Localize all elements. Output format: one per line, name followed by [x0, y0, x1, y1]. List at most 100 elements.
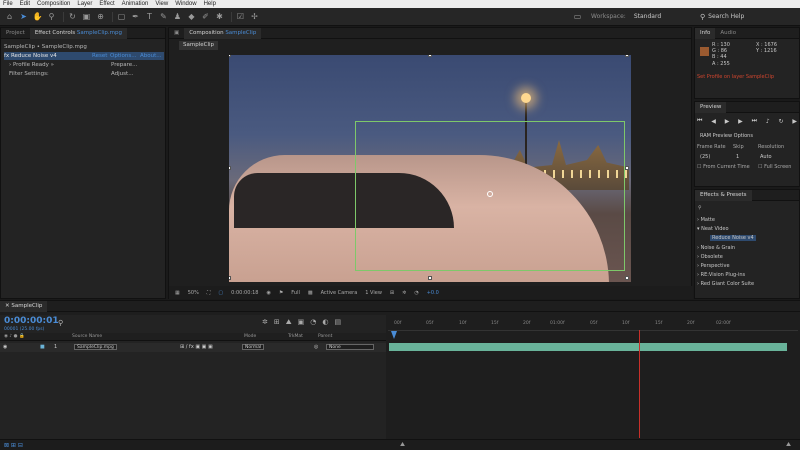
- menu-effect[interactable]: Effect: [99, 1, 114, 7]
- region-icon[interactable]: ▢: [218, 290, 223, 296]
- col-mode[interactable]: Mode: [244, 334, 256, 339]
- effects-category[interactable]: ▾ Neat Video: [697, 226, 729, 232]
- timeline-timecode[interactable]: 0:00:00:01: [4, 316, 59, 326]
- effects-category[interactable]: › Red Giant Color Suite: [697, 281, 754, 287]
- effect-item-reduce-noise[interactable]: Reduce Noise v4: [710, 235, 756, 241]
- selection-tool-icon[interactable]: ➤: [18, 11, 29, 22]
- fit-icon[interactable]: ⛶: [207, 290, 211, 296]
- menu-window[interactable]: Window: [175, 1, 196, 7]
- timeline-switches-icons[interactable]: ✲⊞⛰▣◔◐▤: [262, 318, 347, 327]
- zoom-select[interactable]: 50%: [188, 290, 199, 296]
- effects-category[interactable]: › RE:Vision Plug-ins: [697, 272, 745, 278]
- frame-rate-select[interactable]: (25): [700, 154, 710, 160]
- workspace-icon[interactable]: ▭: [572, 11, 583, 22]
- menu-help[interactable]: Help: [204, 1, 216, 7]
- transform-handle[interactable]: [625, 55, 629, 57]
- effects-search-icon[interactable]: ⚲: [698, 205, 702, 211]
- zoom-tool-icon[interactable]: ⚲: [46, 11, 57, 22]
- eraser-tool-icon[interactable]: ◆: [186, 11, 197, 22]
- pin-icon[interactable]: ✢: [249, 11, 260, 22]
- tab-timeline[interactable]: ✕ SampleClip: [0, 300, 48, 312]
- loop-icon[interactable]: ↻: [779, 118, 784, 125]
- tab-info[interactable]: Info: [695, 27, 716, 39]
- layer-parent-select[interactable]: None: [326, 344, 374, 350]
- toggle-pixel-icon[interactable]: ⊞: [390, 290, 394, 296]
- snapping-icon[interactable]: ☑: [235, 11, 246, 22]
- zoom-in-icon[interactable]: ⛰: [786, 441, 791, 449]
- adjust-button[interactable]: Adjust...: [111, 70, 133, 78]
- comp-viewer[interactable]: [229, 55, 631, 282]
- camera-view-select[interactable]: Active Camera: [321, 290, 358, 296]
- tab-project[interactable]: Project: [1, 28, 30, 39]
- lock-icon[interactable]: ▣: [169, 28, 184, 39]
- layer-row[interactable]: ◉ ■ 1 SampleClip.mpg ⊞ / fx ▣ ▣ ▣ Normal…: [0, 343, 386, 352]
- comp-subtab[interactable]: SampleClip: [179, 41, 219, 50]
- col-parent[interactable]: Parent: [318, 334, 332, 339]
- search-help-field[interactable]: ⚲ Search Help: [700, 11, 796, 22]
- show-snapshot-icon[interactable]: ⚑: [279, 290, 283, 296]
- grid-icon[interactable]: ▦: [175, 290, 180, 296]
- eye-icon[interactable]: ◉: [3, 344, 7, 350]
- puppet-tool-icon[interactable]: ✱: [214, 11, 225, 22]
- anchor-point-icon[interactable]: [487, 191, 493, 197]
- current-time-indicator[interactable]: [391, 331, 397, 339]
- reset-exposure-icon[interactable]: ◔: [414, 290, 418, 296]
- pen-tool-icon[interactable]: ✒: [130, 11, 141, 22]
- zoom-out-icon[interactable]: ⛰: [400, 441, 405, 449]
- pan-behind-tool-icon[interactable]: ⊕: [95, 11, 106, 22]
- tab-effects-presets[interactable]: Effects & Presets: [695, 189, 752, 201]
- tab-audio[interactable]: Audio: [715, 28, 741, 39]
- home-icon[interactable]: ⌂: [4, 11, 15, 22]
- layer-duration-bar[interactable]: [389, 343, 787, 351]
- toggle-switches-icon[interactable]: ⊠ ⊞ ⊟: [4, 442, 23, 449]
- exposure-value[interactable]: +0.0: [427, 290, 439, 296]
- mute-icon[interactable]: ♪: [766, 118, 770, 125]
- tab-composition[interactable]: Composition SampleClip: [184, 27, 262, 39]
- reset-link[interactable]: Reset: [92, 52, 107, 60]
- menu-composition[interactable]: Composition: [37, 1, 70, 7]
- first-frame-icon[interactable]: ⏮: [697, 117, 702, 125]
- transform-handle[interactable]: [229, 55, 231, 57]
- layer-switches[interactable]: ⊞ / fx ▣ ▣ ▣: [180, 344, 213, 350]
- workspace-select[interactable]: Standard: [632, 12, 704, 22]
- transform-handle[interactable]: [428, 55, 432, 57]
- snapshot-icon[interactable]: ◉: [266, 290, 270, 296]
- flowchart-icon[interactable]: ✲: [402, 290, 406, 296]
- prev-frame-icon[interactable]: ◀: [711, 118, 716, 125]
- last-frame-icon[interactable]: ⏭: [752, 117, 757, 125]
- effects-category[interactable]: › Matte: [697, 217, 715, 223]
- time-ruler[interactable]: 00f 05f 10f 15f 20f 01:00f 05f 10f 15f 2…: [388, 319, 798, 331]
- brush-tool-icon[interactable]: ✎: [158, 11, 169, 22]
- menu-edit[interactable]: Edit: [20, 1, 30, 7]
- resolution-select[interactable]: Full: [291, 290, 300, 296]
- next-frame-icon[interactable]: ▶: [738, 118, 743, 125]
- menu-file[interactable]: File: [3, 1, 13, 7]
- effects-category[interactable]: › Noise & Grain: [697, 245, 735, 251]
- transform-handle[interactable]: [625, 276, 629, 280]
- clone-stamp-tool-icon[interactable]: ♟: [172, 11, 183, 22]
- layer-mode-select[interactable]: Normal: [242, 344, 265, 350]
- play-icon[interactable]: ▶: [725, 118, 730, 125]
- about-link[interactable]: About...: [140, 52, 162, 60]
- view-layout-select[interactable]: 1 View: [365, 290, 382, 296]
- col-source-name[interactable]: Source Name: [72, 334, 102, 339]
- hand-tool-icon[interactable]: ✋: [32, 11, 43, 22]
- full-screen-checkbox[interactable]: ☐ Full Screen: [758, 164, 791, 170]
- current-time[interactable]: 0:00:00:18: [231, 290, 258, 296]
- options-link[interactable]: Options...: [110, 52, 136, 60]
- transform-handle[interactable]: [229, 276, 231, 280]
- timeline-search-icon[interactable]: ⚲: [58, 319, 63, 327]
- ram-preview-options[interactable]: RAM Preview Options: [700, 133, 753, 139]
- menu-animation[interactable]: Animation: [122, 1, 149, 7]
- rectangle-tool-icon[interactable]: ▢: [116, 11, 127, 22]
- transform-handle[interactable]: [428, 276, 432, 280]
- effect-row[interactable]: fx Reduce Noise v4 Reset Options... Abou…: [4, 52, 164, 60]
- col-trkmat[interactable]: TrkMat: [288, 334, 303, 339]
- effects-category[interactable]: › Perspective: [697, 263, 730, 269]
- label-color-icon[interactable]: ■: [40, 344, 45, 350]
- prepare-button[interactable]: Prepare...: [111, 61, 137, 69]
- effects-category[interactable]: › Obsolete: [697, 254, 723, 260]
- close-icon[interactable]: ✕: [5, 303, 10, 309]
- type-tool-icon[interactable]: T: [144, 11, 155, 22]
- pickwhip-icon[interactable]: ◎: [314, 344, 318, 350]
